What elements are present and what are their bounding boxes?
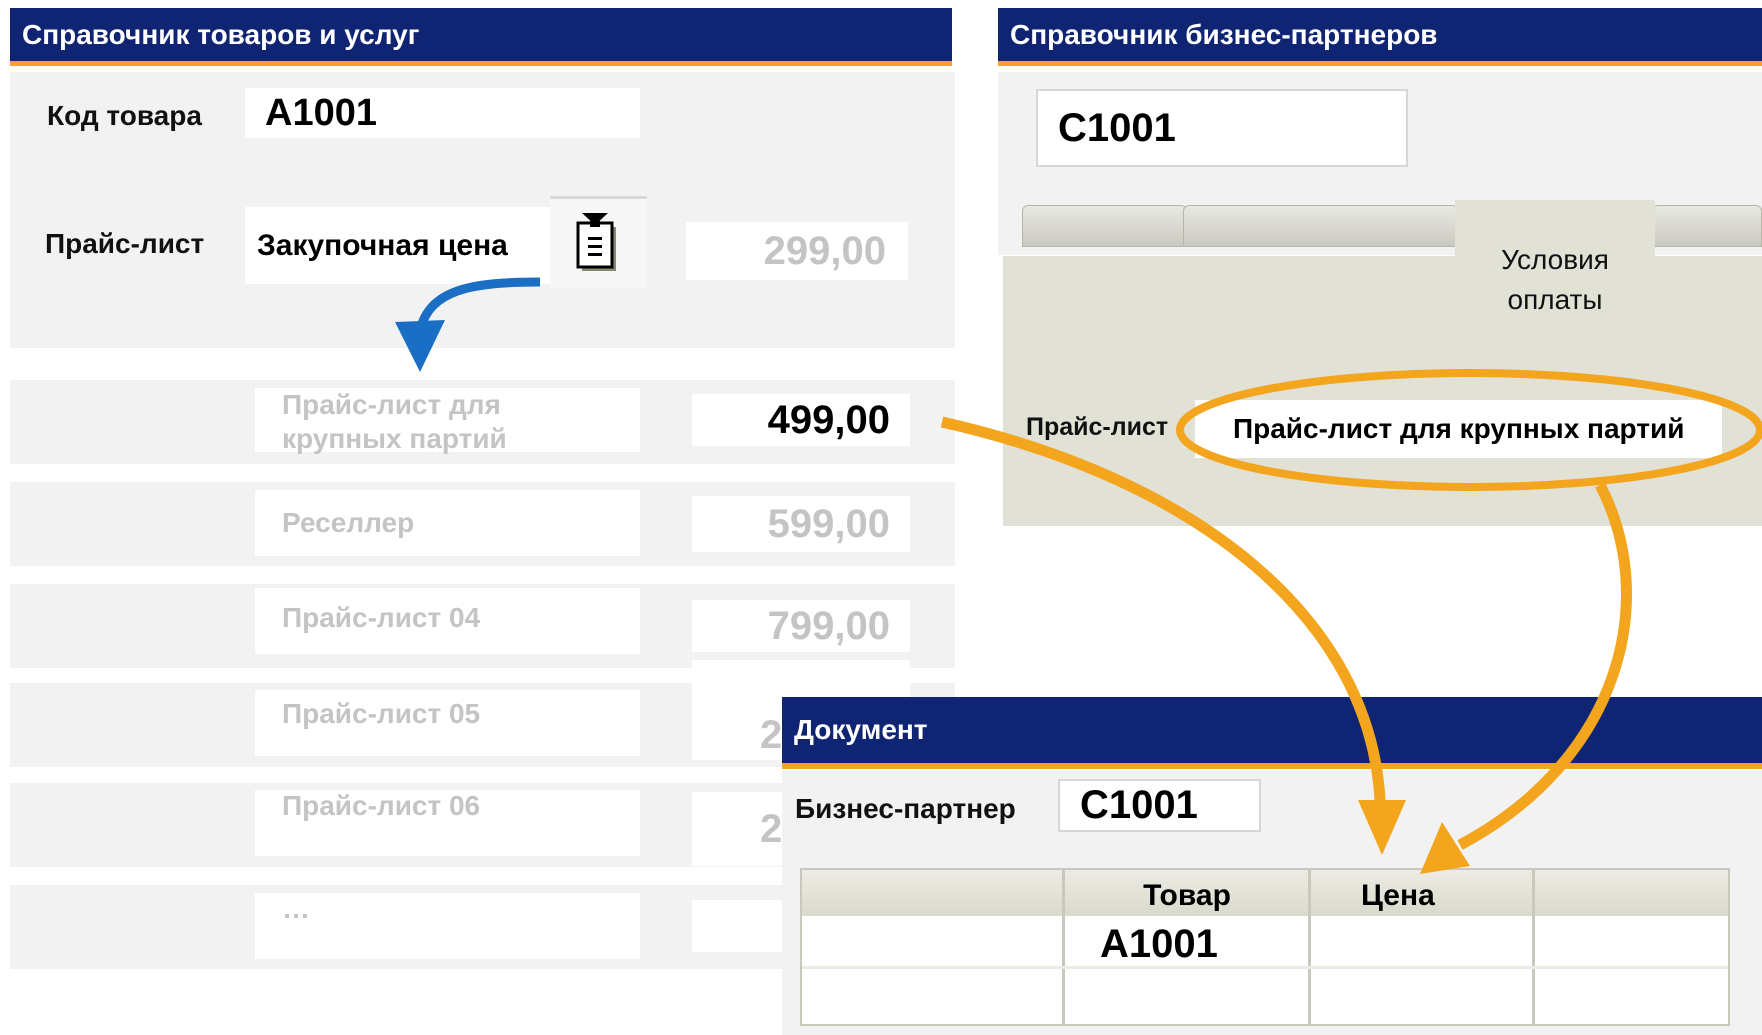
price-list-row-name-text: …	[282, 893, 310, 924]
partner-price-list-label: Прайс-лист	[1026, 413, 1169, 441]
partner-code-field[interactable]: C1001	[1036, 89, 1408, 167]
price-value: 299,00	[763, 228, 886, 273]
price-list-row-name[interactable]: …	[255, 893, 640, 959]
price-list-select-value: Закупочная цена	[257, 228, 508, 262]
price-list-row-name[interactable]: Прайс-лист 04	[255, 588, 640, 654]
price-list-row-name-text: Прайс-лист 04	[282, 602, 481, 633]
price-list-row-name[interactable]: Реселлер	[255, 490, 640, 556]
document-window-title: Документ	[782, 697, 1762, 769]
business-partner-field[interactable]: C1001	[1058, 779, 1261, 832]
table-header-product-text: Товар	[1143, 879, 1231, 912]
price-list-select[interactable]: Закупочная цена	[245, 207, 550, 284]
price-list-row-name-text: Прайс-лист 06	[282, 790, 481, 821]
price-list-row-name-text: Реселлер	[282, 507, 415, 538]
tab-contacts[interactable]	[1183, 205, 1458, 247]
price-list-row-price[interactable]: 799,00	[692, 600, 910, 652]
tab-addresses[interactable]	[1652, 205, 1762, 247]
business-partner-label: Бизнес-партнер	[795, 793, 1016, 824]
business-partner-value: C1001	[1080, 783, 1198, 827]
item-code-field[interactable]: A1001	[245, 88, 640, 138]
price-list-row-price-text: 2	[760, 806, 783, 851]
table-divider	[1062, 868, 1065, 1026]
document-window-title-text: Документ	[794, 714, 928, 745]
item-code-label: Код товара	[47, 100, 202, 131]
tab-payment-terms[interactable]: Условия оплаты	[1455, 200, 1655, 315]
table-header-cell	[1535, 870, 1728, 916]
partners-window-title: Справочник бизнес-партнеров	[998, 8, 1762, 66]
price-list-label: Прайс-лист	[45, 228, 205, 259]
partners-window-title-text: Справочник бизнес-партнеров	[1010, 18, 1438, 50]
price-list-row-price-text: 599,00	[767, 501, 890, 546]
price-list-dropdown-button[interactable]	[550, 196, 647, 288]
products-window-title-text: Справочник товаров и услуг	[22, 18, 420, 50]
item-code-value: A1001	[265, 91, 377, 134]
price-list-row-price[interactable]: 599,00	[692, 496, 910, 552]
partner-code-value: C1001	[1058, 105, 1176, 150]
partner-price-list-select[interactable]: Прайс-лист для крупных партий	[1195, 400, 1722, 458]
price-list-row-price-text: 799,00	[767, 603, 890, 648]
dropdown-list-icon	[576, 212, 616, 271]
table-divider	[1532, 868, 1535, 1026]
price-list-row-price-text: 499,00	[767, 397, 890, 442]
price-list-row-name[interactable]: Прайс-лист 05	[255, 690, 640, 756]
price-list-row-name[interactable]: Прайс-лист для крупных партий	[255, 388, 640, 454]
products-window-title: Справочник товаров и услуг	[10, 8, 952, 66]
tab-general[interactable]	[1022, 205, 1187, 247]
table-cell-product[interactable]: A1001	[1100, 922, 1300, 966]
price-list-row-name[interactable]: Прайс-лист 06	[255, 790, 640, 856]
table-row-divider	[802, 966, 1728, 969]
table-header-cell	[802, 870, 1063, 916]
price-list-row-price[interactable]: 499,00	[692, 394, 910, 446]
price-value-field[interactable]: 299,00	[686, 222, 908, 280]
table-header-product[interactable]: Товар	[1065, 870, 1309, 916]
price-list-row-price-text: 2	[760, 712, 783, 757]
price-list-row-name-text: Прайс-лист для крупных партий	[282, 389, 507, 454]
table-cell-product-text: A1001	[1100, 922, 1218, 966]
partner-price-list-value: Прайс-лист для крупных партий	[1233, 413, 1685, 444]
price-list-row-name-text: Прайс-лист 05	[282, 698, 481, 729]
table-header-price-text: Цена	[1361, 879, 1435, 912]
partners-tab-body	[1003, 256, 1762, 526]
table-divider	[1308, 868, 1311, 1026]
tab-payment-terms-label: Условия оплаты	[1501, 244, 1609, 315]
table-header-price[interactable]: Цена	[1311, 870, 1533, 916]
